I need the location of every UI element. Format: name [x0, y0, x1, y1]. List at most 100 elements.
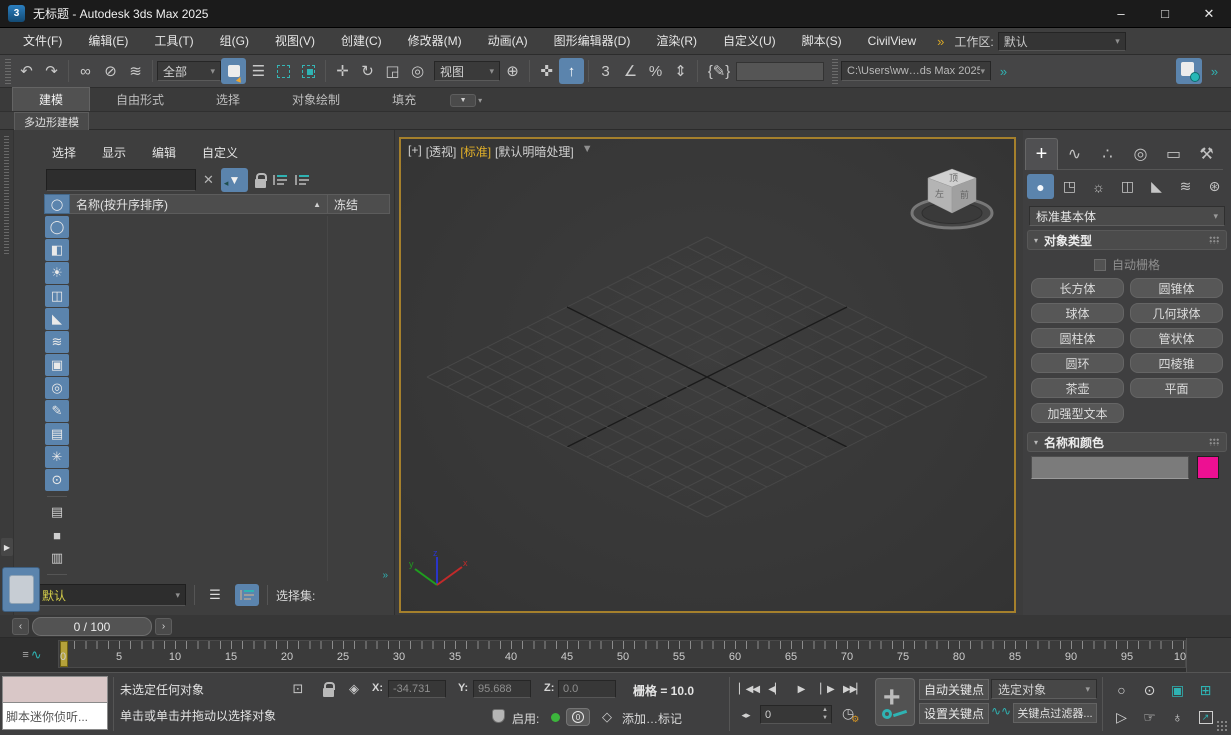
explorer-search-input[interactable] [46, 169, 196, 191]
view-list-button[interactable]: ▤ [45, 501, 69, 523]
x-coord-field[interactable] [388, 680, 446, 698]
select-and-move-button[interactable]: ✛ [330, 58, 355, 84]
create-button[interactable]: 长方体 [1031, 278, 1124, 298]
tab-modeling[interactable]: 建模 [12, 87, 90, 111]
right-toolbar-overflow-icon[interactable]: » [1202, 58, 1227, 84]
previous-frame-button[interactable]: ◀▏ [763, 679, 787, 700]
viewport-pov-menu[interactable]: [透视] [426, 143, 457, 160]
keyboard-shortcut-override-toggle[interactable]: ↑ [559, 58, 584, 84]
key-filter-scope-dropdown[interactable]: 选定对象 ▾ [991, 679, 1097, 699]
spinner-snap-toggle[interactable]: ⇕ [668, 58, 693, 84]
zoom-extents-button[interactable]: ▣ [1164, 677, 1191, 703]
undo-button[interactable]: ↶ [14, 58, 39, 84]
maximize-button[interactable]: □ [1143, 0, 1187, 27]
mini-curve-editor-button[interactable]: ≡ ∿ [10, 643, 54, 667]
primitive-type-dropdown[interactable]: 标准基本体 ▾ [1029, 206, 1225, 226]
explorer-menu-display[interactable]: 显示 [102, 144, 126, 161]
select-and-scale-button[interactable]: ◲ [380, 58, 405, 84]
display-helpers-button[interactable]: ◣ [45, 308, 69, 330]
edit-named-selection-sets-button[interactable]: {✎} [702, 58, 736, 84]
create-button[interactable]: 加强型文本 [1031, 403, 1124, 423]
view-detail-button[interactable]: ▥ [45, 547, 69, 569]
isolate-selection-icon[interactable]: ⊡ [288, 679, 308, 699]
tab-freeform[interactable]: 自由形式 [90, 88, 190, 111]
menu-create[interactable]: 创建(C) [328, 28, 395, 54]
category-space-warps[interactable]: ≋ [1172, 174, 1199, 199]
tab-modify[interactable]: ∿ [1058, 138, 1091, 170]
add-time-tag-button[interactable]: 添加…标记 [622, 710, 682, 727]
zoom-all-button[interactable]: ⊙ [1136, 677, 1163, 703]
name-column-header[interactable]: 名称(按升序排序) ▲ [70, 194, 328, 214]
menu-rendering[interactable]: 渲染(R) [643, 28, 710, 54]
per-view-filter-icon[interactable]: ▼ [582, 143, 593, 160]
percent-snap-toggle[interactable]: % [643, 58, 668, 84]
menu-scripting[interactable]: 脚本(S) [789, 28, 855, 54]
create-button[interactable]: 平面 [1130, 378, 1223, 398]
viewport-general-menu[interactable]: [+] [408, 143, 422, 160]
orbit-button[interactable]: ♁ [1164, 704, 1191, 730]
select-and-place-button[interactable]: ◎ [405, 58, 430, 84]
perspective-viewport[interactable]: [+] [透视] [标准] [默认明暗处理] ▼ 顶 左 前 z y x [399, 137, 1016, 613]
go-to-start-button[interactable]: ▏◀◀ [737, 679, 761, 700]
panel-flyout-button[interactable]: ▶ [1, 538, 13, 556]
listener-macro-row[interactable] [2, 676, 108, 703]
display-cameras-button[interactable]: ◫ [45, 285, 69, 307]
tab-display[interactable]: ▭ [1157, 138, 1190, 170]
rectangular-selection-region-button[interactable] [271, 58, 296, 84]
object-name-field[interactable] [1031, 456, 1189, 479]
tab-polygon-modeling[interactable]: 多边形建模 [14, 112, 89, 130]
category-lights[interactable]: ☼ [1085, 174, 1112, 199]
key-filters-button[interactable]: 关键点过滤器... [1013, 703, 1097, 723]
tab-create[interactable]: + [1025, 138, 1058, 170]
explorer-menu-select[interactable]: 选择 [52, 144, 76, 161]
key-mode-toggle[interactable]: ◂▸ [737, 705, 755, 725]
dock-drag-handle[interactable] [4, 134, 9, 254]
maxscript-mini-listener[interactable]: 脚本迷你侦听... [2, 676, 108, 730]
play-button[interactable]: ▶ [789, 679, 813, 700]
adaptive-degradation-shield-icon[interactable] [492, 709, 505, 723]
frame-spinner[interactable]: ▲▼ [822, 706, 828, 722]
lock-icon[interactable] [255, 179, 266, 188]
minimize-button[interactable]: – [1099, 0, 1143, 27]
create-button[interactable]: 四棱锥 [1130, 353, 1223, 373]
zoom-extents-all-button[interactable]: ⊞ [1192, 677, 1219, 703]
toolbar-drag-handle[interactable] [832, 58, 838, 84]
select-object-button[interactable]: ▲ [221, 58, 246, 84]
menu-customize[interactable]: 自定义(U) [710, 28, 789, 54]
auto-key-button[interactable]: 自动关键点 [919, 679, 989, 700]
viewport-shading-menu[interactable]: [默认明暗处理] [495, 143, 574, 160]
explorer-overflow-icon[interactable]: » [382, 570, 388, 581]
object-type-rollout[interactable]: ▾ 对象类型 [1027, 230, 1227, 250]
hierarchy-view-button[interactable] [235, 584, 259, 606]
tab-hierarchy[interactable]: ∴ [1091, 138, 1124, 170]
maximize-viewport-button[interactable]: ↗ [1192, 704, 1219, 730]
menu-animation[interactable]: 动画(A) [475, 28, 541, 54]
display-containers-button[interactable]: ▤ [45, 423, 69, 445]
track-bar-ruler[interactable]: 0510152025303540455055606570758085909510… [58, 640, 1186, 668]
pan-button[interactable]: ☞ [1136, 704, 1163, 730]
unlink-selection-button[interactable]: ⊘ [98, 58, 123, 84]
select-and-rotate-button[interactable]: ↻ [355, 58, 380, 84]
display-frozen-button[interactable]: ✳ [45, 446, 69, 468]
menu-modifiers[interactable]: 修改器(M) [395, 28, 475, 54]
expand-hierarchy-icon[interactable] [273, 174, 288, 187]
display-hidden-button[interactable]: ⊙ [45, 469, 69, 491]
display-groups-button[interactable]: ▣ [45, 354, 69, 376]
toolbar-drag-handle[interactable] [5, 58, 11, 84]
tab-selection[interactable]: 选择 [190, 88, 266, 111]
tab-motion[interactable]: ◎ [1124, 138, 1157, 170]
zoom-button[interactable]: ○ [1108, 677, 1135, 703]
filter-button[interactable]: ▼ ◂ [221, 168, 248, 192]
display-spacewarps-button[interactable]: ≋ [45, 331, 69, 353]
selection-filter-dropdown[interactable]: 全部 ▾ [157, 61, 221, 81]
display-bones-button[interactable]: ✎ [45, 400, 69, 422]
tab-utilities[interactable]: ⚒ [1190, 138, 1223, 170]
layer-explorer-button[interactable]: ☰ [203, 584, 227, 606]
tab-object-paint[interactable]: 对象绘制 [266, 88, 366, 111]
window-crossing-toggle[interactable] [296, 58, 321, 84]
create-button[interactable]: 球体 [1031, 303, 1124, 323]
explorer-menu-edit[interactable]: 编辑 [152, 144, 176, 161]
clear-search-icon[interactable]: ✕ [203, 172, 214, 188]
viewport-style-menu[interactable]: [标准] [460, 143, 491, 160]
create-button[interactable]: 圆柱体 [1031, 328, 1124, 348]
